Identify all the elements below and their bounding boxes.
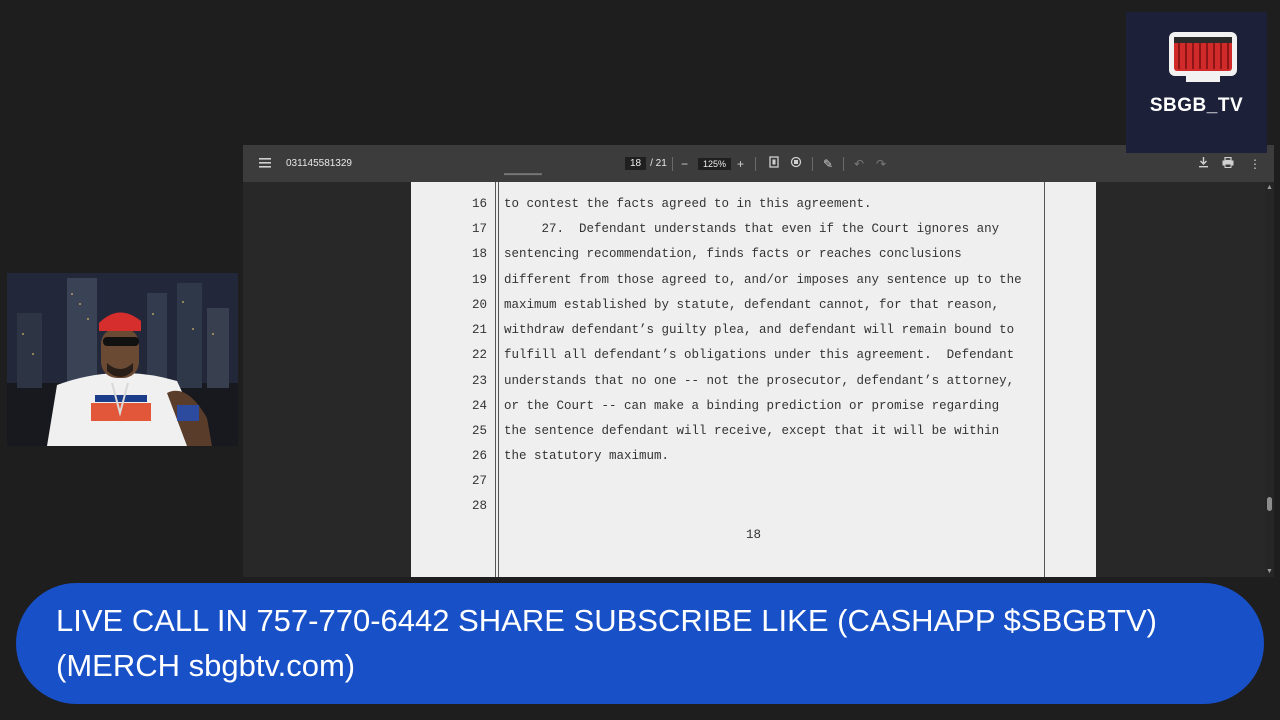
line-number: 28 bbox=[471, 499, 487, 513]
line-number: 19 bbox=[471, 273, 487, 287]
scroll-down-arrow-icon[interactable]: ▼ bbox=[1265, 568, 1274, 575]
scrollbar-thumb[interactable] bbox=[1267, 497, 1272, 511]
redo-icon[interactable]: ↷ bbox=[876, 157, 886, 171]
banner-line-1: LIVE CALL IN 757-770-6442 SHARE SUBSCRIB… bbox=[56, 603, 1157, 638]
line-number: 25 bbox=[471, 424, 487, 438]
line-number: 16 bbox=[471, 197, 487, 211]
line-number: 27 bbox=[471, 474, 487, 488]
line-number: 21 bbox=[471, 323, 487, 337]
pdf-page: ▔▔▔▔▔ 16 to contest the facts agreed to … bbox=[411, 175, 1096, 577]
cut-off-line: ▔▔▔▔▔ bbox=[504, 175, 542, 189]
undo-icon[interactable]: ↶ bbox=[854, 157, 864, 171]
webcam-feed bbox=[7, 273, 238, 446]
logo-text: SBGB_TV bbox=[1149, 95, 1244, 116]
rotate-icon[interactable] bbox=[790, 156, 802, 171]
banner-text: LIVE CALL IN 757-770-6442 SHARE SUBSCRIB… bbox=[56, 598, 1236, 688]
right-margin-rule bbox=[1044, 182, 1045, 577]
pen-icon[interactable]: ✎ bbox=[823, 157, 833, 171]
zoom-out-icon[interactable]: − bbox=[681, 157, 688, 171]
line-number: 18 bbox=[471, 247, 487, 261]
download-icon[interactable] bbox=[1198, 156, 1209, 171]
zoom-in-icon[interactable]: + bbox=[737, 157, 744, 171]
line-text: 27. Defendant understands that even if t… bbox=[504, 222, 1000, 236]
page-total: / 21 bbox=[650, 158, 667, 169]
line-number: 26 bbox=[471, 449, 487, 463]
pdf-scrollbar[interactable]: ▲ ▼ bbox=[1265, 182, 1274, 577]
tv-icon bbox=[1169, 32, 1237, 82]
page-footer-number: 18 bbox=[745, 528, 761, 542]
line-number: 23 bbox=[471, 374, 487, 388]
banner-line-2: (MERCH sbgbtv.com) bbox=[56, 648, 356, 683]
line-text: maximum established by statute, defendan… bbox=[504, 298, 1000, 312]
line-text: the statutory maximum. bbox=[504, 449, 670, 463]
menu-icon[interactable] bbox=[259, 157, 271, 171]
channel-logo: SBGB_TV bbox=[1126, 12, 1267, 153]
page-number-input[interactable]: 18 bbox=[625, 157, 647, 170]
document-title: 031145581329 bbox=[286, 158, 352, 169]
more-vertical-icon[interactable]: ⋮ bbox=[1249, 157, 1261, 171]
line-text: different from those agreed to, and/or i… bbox=[504, 273, 1022, 287]
line-text: the sentence defendant will receive, exc… bbox=[504, 424, 1000, 438]
pdf-viewer: 031145581329 18 / 21 − 125% + ✎ ↶ ↷ ⋮ ▔▔… bbox=[243, 145, 1274, 577]
line-number: 22 bbox=[471, 348, 487, 362]
line-text: or the Court -- can make a binding predi… bbox=[504, 399, 1000, 413]
line-number-rule-inner bbox=[498, 182, 499, 577]
line-text: sentencing recommendation, finds facts o… bbox=[504, 247, 962, 261]
fit-page-icon[interactable] bbox=[769, 156, 779, 171]
line-number: 24 bbox=[471, 399, 487, 413]
line-text: withdraw defendant’s guilty plea, and de… bbox=[504, 323, 1015, 337]
print-icon[interactable] bbox=[1222, 156, 1234, 171]
line-text: to contest the facts agreed to in this a… bbox=[504, 197, 872, 211]
line-number-rule bbox=[495, 182, 496, 577]
zoom-input[interactable]: 125% bbox=[698, 157, 732, 170]
webcam-image bbox=[7, 273, 238, 446]
line-number: 17 bbox=[471, 222, 487, 236]
call-in-banner: LIVE CALL IN 757-770-6442 SHARE SUBSCRIB… bbox=[16, 583, 1264, 704]
pdf-toolbar: 031145581329 18 / 21 − 125% + ✎ ↶ ↷ ⋮ bbox=[243, 145, 1274, 182]
line-text: fulfill all defendant’s obligations unde… bbox=[504, 348, 1015, 362]
line-text: understands that no one -- not the prose… bbox=[504, 374, 1015, 388]
line-number: 20 bbox=[471, 298, 487, 312]
scroll-up-arrow-icon[interactable]: ▲ bbox=[1265, 184, 1274, 191]
